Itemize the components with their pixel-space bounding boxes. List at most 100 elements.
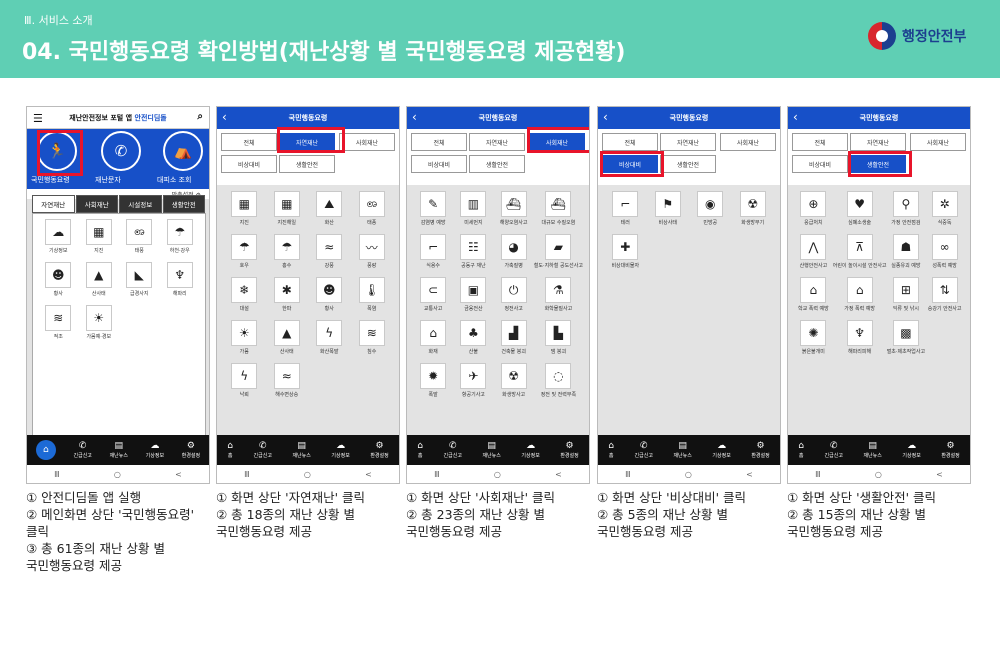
nav-house[interactable]: ⌂ 홈 — [227, 441, 233, 459]
disaster-item[interactable]: ≈ 강풍 — [308, 234, 351, 269]
nav-house[interactable]: ⌂ — [35, 440, 56, 460]
tab-social[interactable]: 사회재난 — [910, 133, 966, 151]
disaster-item[interactable]: ⏻ 정전사고 — [494, 277, 534, 312]
disaster-item[interactable]: ▩ 벌초·제초작업사고 — [887, 320, 926, 355]
nav-weather[interactable]: ☁ 기상정보 — [712, 441, 730, 459]
category-tab[interactable]: 생활안전 — [162, 195, 205, 213]
back-arrow-icon[interactable]: ‹ — [793, 110, 798, 124]
nav-house[interactable]: ⌂ 홈 — [608, 441, 614, 459]
disaster-item[interactable]: ◕ 가축질병 — [494, 234, 534, 269]
nav-phone[interactable]: ✆ 긴급신고 — [74, 441, 92, 459]
disaster-item[interactable]: ⚑ 비상사태 — [647, 191, 690, 226]
nav-phone[interactable]: ✆ 긴급신고 — [444, 441, 462, 459]
tab-all[interactable]: 전체 — [792, 133, 848, 151]
category-tab[interactable]: 시설정보 — [119, 195, 162, 213]
nav-gear[interactable]: ⚙ 환경설정 — [182, 441, 200, 459]
disaster-item[interactable]: ▲ 산사태 — [79, 262, 120, 297]
category-tab[interactable]: 자연재난 — [32, 195, 75, 213]
disaster-item[interactable]: ⚗ 화학물질사고 — [534, 277, 583, 312]
system-key[interactable]: Ⅲ — [54, 470, 60, 479]
category-tab[interactable]: 사회재난 — [75, 195, 118, 213]
nav-weather[interactable]: ☁ 기상정보 — [521, 441, 539, 459]
disaster-item[interactable]: ✎ 감염병 예방 — [413, 191, 453, 226]
tab-life[interactable]: 생활안전 — [279, 155, 335, 173]
disaster-item[interactable]: ⋀ 산행안전사고 — [794, 234, 833, 269]
tab-life[interactable]: 생활안전 — [660, 155, 716, 173]
system-key[interactable]: ○ — [875, 470, 882, 479]
tab-natural[interactable]: 자연재난 — [850, 133, 906, 151]
disaster-item[interactable]: ✺ 붉은불개미 — [794, 320, 833, 355]
tab-social[interactable]: 사회재난 — [720, 133, 776, 151]
back-arrow-icon[interactable]: ‹ — [603, 110, 608, 124]
disaster-item[interactable]: ▣ 금융전산 — [453, 277, 493, 312]
disaster-item[interactable]: ⚲ 가정 안전점검 — [887, 191, 926, 226]
tab-natural[interactable]: 자연재난 — [469, 133, 525, 151]
disaster-item[interactable]: ϟ 화산폭발 — [308, 320, 351, 355]
disaster-item[interactable]: 🌡 폭염 — [351, 277, 394, 312]
system-key[interactable]: Ⅲ — [434, 470, 440, 479]
system-key[interactable]: < — [365, 470, 372, 479]
disaster-item[interactable]: ◉ 민방공 — [689, 191, 732, 226]
disaster-item[interactable]: ⛴ 대규모 수질오염 — [534, 191, 583, 226]
nav-weather[interactable]: ☁ 기상정보 — [331, 441, 349, 459]
nav-house[interactable]: ⌂ 홈 — [417, 441, 423, 459]
nav-phone[interactable]: ✆ 긴급신고 — [825, 441, 843, 459]
disaster-item[interactable]: ☂ 호우 — [223, 234, 266, 269]
disaster-item[interactable]: ≈ 해수면상승 — [266, 363, 309, 398]
hamburger-icon[interactable]: ☰ — [33, 112, 43, 125]
disaster-item[interactable]: ☗ 실종유괴 예방 — [887, 234, 926, 269]
person-run-icon[interactable]: 🏃 — [37, 131, 77, 171]
disaster-item[interactable]: ☁ 기상정보 — [38, 219, 79, 254]
tab-social[interactable]: 사회재난 — [339, 133, 395, 151]
disaster-item[interactable]: ◣ 급경사지 — [119, 262, 160, 297]
disaster-item[interactable]: ⌂ 학교 폭력 예방 — [794, 277, 833, 312]
system-key[interactable]: ○ — [304, 470, 311, 479]
nav-gear[interactable]: ⚙ 환경설정 — [560, 441, 578, 459]
disaster-item[interactable]: ☻ 황사 — [308, 277, 351, 312]
disaster-item[interactable]: ⌐ 식용수 — [413, 234, 453, 269]
nav-news[interactable]: ▤ 재난뉴스 — [292, 441, 310, 459]
nav-news[interactable]: ▤ 재난뉴스 — [110, 441, 128, 459]
disaster-item[interactable]: ☂ 홍수 — [266, 234, 309, 269]
disaster-item[interactable]: ▦ 지진 — [223, 191, 266, 226]
disaster-item[interactable]: ▥ 미세먼지 — [453, 191, 493, 226]
disaster-item[interactable]: ☂ 하천·강우 — [160, 219, 201, 254]
nav-phone[interactable]: ✆ 긴급신고 — [254, 441, 272, 459]
disaster-item[interactable]: ☷ 공동구 재난 — [453, 234, 493, 269]
nav-gear[interactable]: ⚙ 환경설정 — [370, 441, 388, 459]
disaster-item[interactable]: ☻ 황사 — [38, 262, 79, 297]
tab-natural[interactable]: 자연재난 — [660, 133, 716, 151]
disaster-item[interactable]: ✈ 항공기사고 — [453, 363, 493, 398]
disaster-item[interactable]: ✲ 식중독 — [925, 191, 964, 226]
nav-weather[interactable]: ☁ 기상정보 — [902, 441, 920, 459]
system-key[interactable]: < — [936, 470, 943, 479]
nav-gear[interactable]: ⚙ 환경설정 — [751, 441, 769, 459]
disaster-item[interactable]: ▰ 철도·지하철 공도선사고 — [534, 234, 583, 269]
tab-emergency[interactable]: 비상대비 — [792, 155, 848, 173]
disaster-item[interactable]: ▲ 산사태 — [266, 320, 309, 355]
disaster-item[interactable]: ✹ 폭발 — [413, 363, 453, 398]
tab-all[interactable]: 전체 — [602, 133, 658, 151]
nav-news[interactable]: ▤ 재난뉴스 — [673, 441, 691, 459]
disaster-item[interactable]: ⊂ 교통사고 — [413, 277, 453, 312]
tab-social[interactable]: 사회재난 — [529, 133, 585, 151]
system-key[interactable]: < — [746, 470, 753, 479]
system-key[interactable]: < — [175, 470, 182, 479]
disaster-item[interactable]: ☀ 가뭄 — [223, 320, 266, 355]
disaster-item[interactable]: ☢ 화생방무기 — [732, 191, 775, 226]
tab-emergency[interactable]: 비상대비 — [602, 155, 658, 173]
system-key[interactable]: Ⅲ — [625, 470, 631, 479]
tab-all[interactable]: 전체 — [221, 133, 277, 151]
disaster-item[interactable]: 〰 풍랑 — [351, 234, 394, 269]
disaster-item[interactable]: ♥ 심폐소생술 — [833, 191, 887, 226]
disaster-item[interactable]: ⊞ 익류 및 낚시 — [887, 277, 926, 312]
disaster-item[interactable]: ⌂ 가정 폭력 예방 — [833, 277, 887, 312]
menu-label[interactable]: 재난문자 — [95, 175, 121, 185]
disaster-item[interactable]: ≋ 침수 — [351, 320, 394, 355]
disaster-item[interactable]: ▦ 지진 — [79, 219, 120, 254]
system-key[interactable]: ○ — [114, 470, 121, 479]
disaster-item[interactable]: ♆ 해파리 — [160, 262, 201, 297]
nav-gear[interactable]: ⚙ 환경설정 — [941, 441, 959, 459]
phone-icon[interactable]: ✆ — [101, 131, 141, 171]
tab-emergency[interactable]: 비상대비 — [221, 155, 277, 173]
